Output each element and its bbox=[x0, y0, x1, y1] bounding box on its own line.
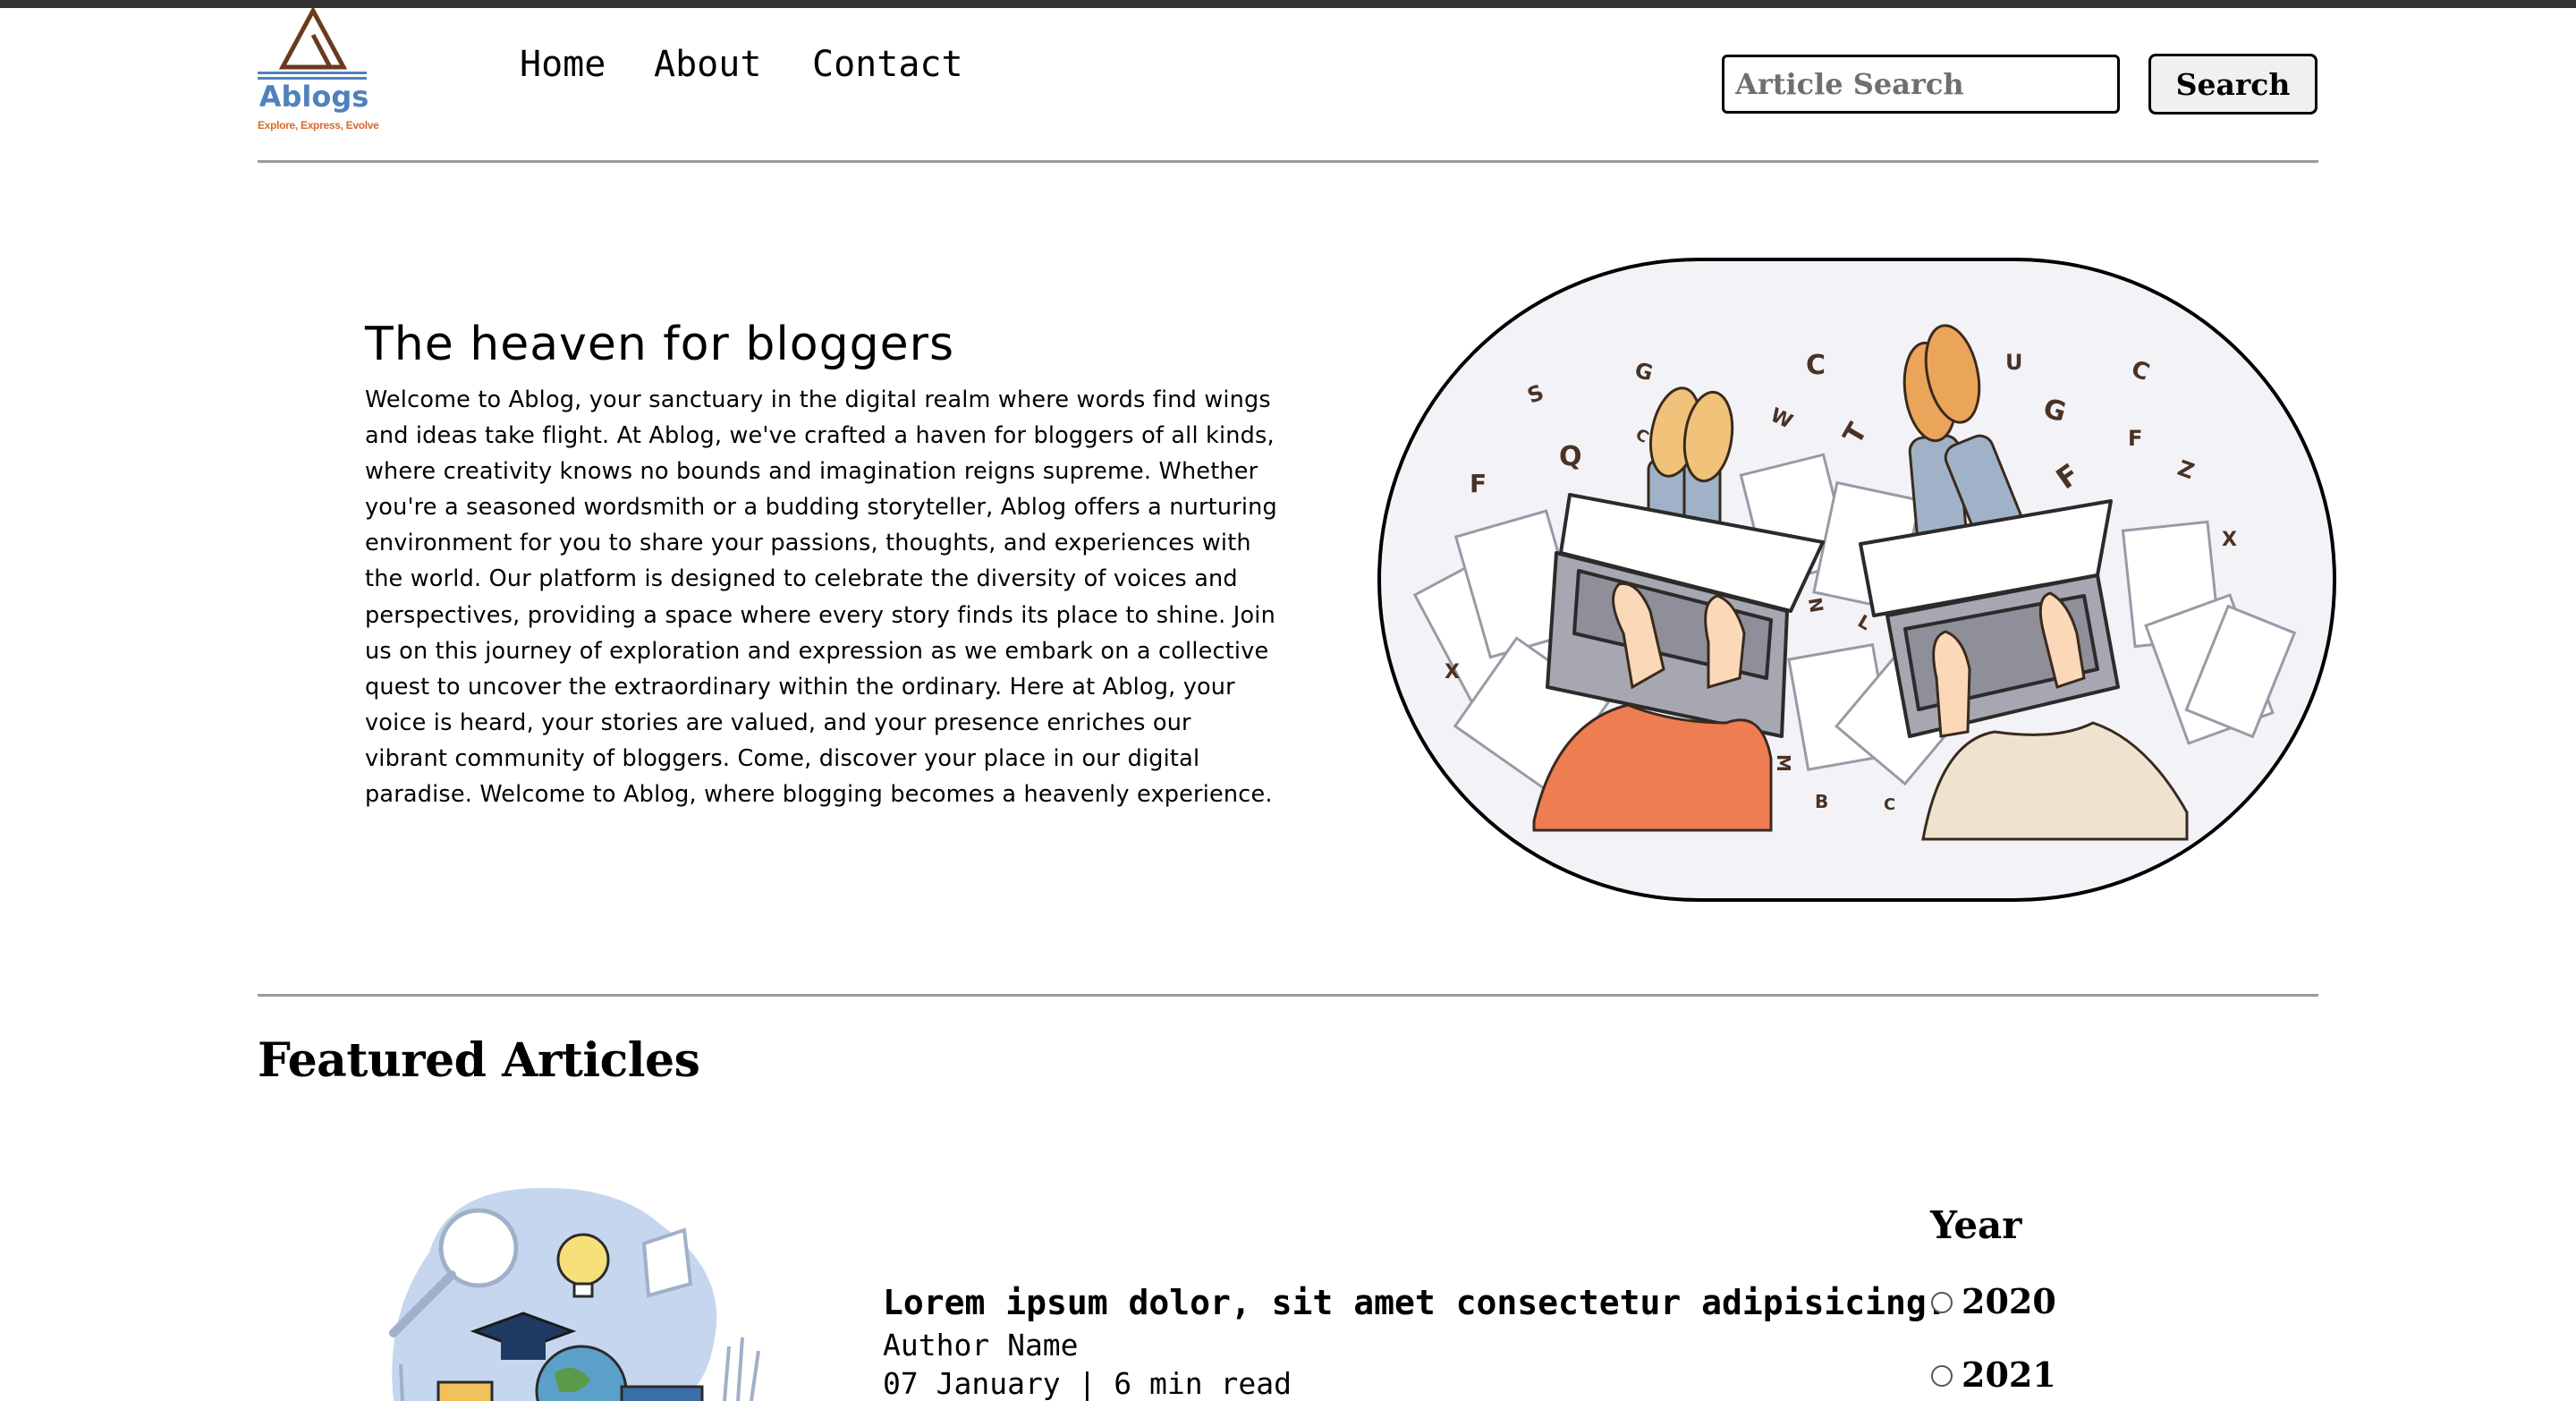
year-option-label: 2021 bbox=[1962, 1354, 2056, 1395]
article-author: Author Name bbox=[883, 1328, 1079, 1363]
logo-name: Ablogs bbox=[258, 80, 369, 114]
illustration-letter: C bbox=[1884, 795, 1895, 814]
hero-divider bbox=[258, 994, 2318, 997]
illustration-letter: X bbox=[2222, 529, 2237, 551]
site-header: Ablogs Explore, Express, Evolve Home Abo… bbox=[258, 8, 2318, 162]
year-filter-title: Year bbox=[1930, 1203, 2022, 1247]
nav-link-about[interactable]: About bbox=[654, 44, 761, 85]
nav-link-contact[interactable]: Contact bbox=[812, 44, 963, 85]
top-strip bbox=[0, 0, 2576, 8]
illustration-letter: C bbox=[1806, 350, 1826, 381]
year-option-label: 2020 bbox=[1962, 1281, 2056, 1321]
illustration-letter: M bbox=[1773, 754, 1794, 772]
illustration-letter: F bbox=[2128, 426, 2142, 451]
bloggers-illustration: S G C U C Q C W T G F F Z X N L X M B C bbox=[1377, 258, 2336, 902]
illustration-letter: F bbox=[1470, 469, 1487, 498]
illustration-letter: B bbox=[1815, 791, 1828, 812]
logo-rule bbox=[258, 72, 367, 74]
article-title[interactable]: Lorem ipsum dolor, sit amet consectetur … bbox=[883, 1283, 1947, 1322]
hero-body: Welcome to Ablog, your sanctuary in the … bbox=[365, 386, 1277, 809]
illustration-letter: U bbox=[2005, 350, 2023, 375]
year-2020-radio[interactable] bbox=[1931, 1292, 1953, 1313]
search-button[interactable]: Search bbox=[2148, 54, 2318, 115]
article-meta: 07 January | 6 min read bbox=[883, 1366, 1292, 1401]
logo-mark-icon bbox=[278, 8, 348, 70]
hero-title: The heaven for bloggers bbox=[365, 318, 955, 371]
article-search-input[interactable] bbox=[1722, 55, 2120, 114]
site-logo[interactable]: Ablogs Explore, Express, Evolve bbox=[258, 8, 379, 138]
year-2021-radio[interactable] bbox=[1931, 1365, 1953, 1387]
header-divider bbox=[258, 160, 2318, 163]
illustration-letter: X bbox=[1445, 661, 1460, 684]
illustration-letter: Q bbox=[1559, 441, 1582, 472]
featured-title: Featured Articles bbox=[258, 1033, 700, 1088]
article-thumbnail[interactable] bbox=[376, 1181, 769, 1401]
year-filter: Year 2020 2021 bbox=[1930, 1203, 2064, 1401]
logo-tagline: Explore, Express, Evolve bbox=[258, 119, 379, 132]
nav-link-home[interactable]: Home bbox=[520, 44, 606, 85]
